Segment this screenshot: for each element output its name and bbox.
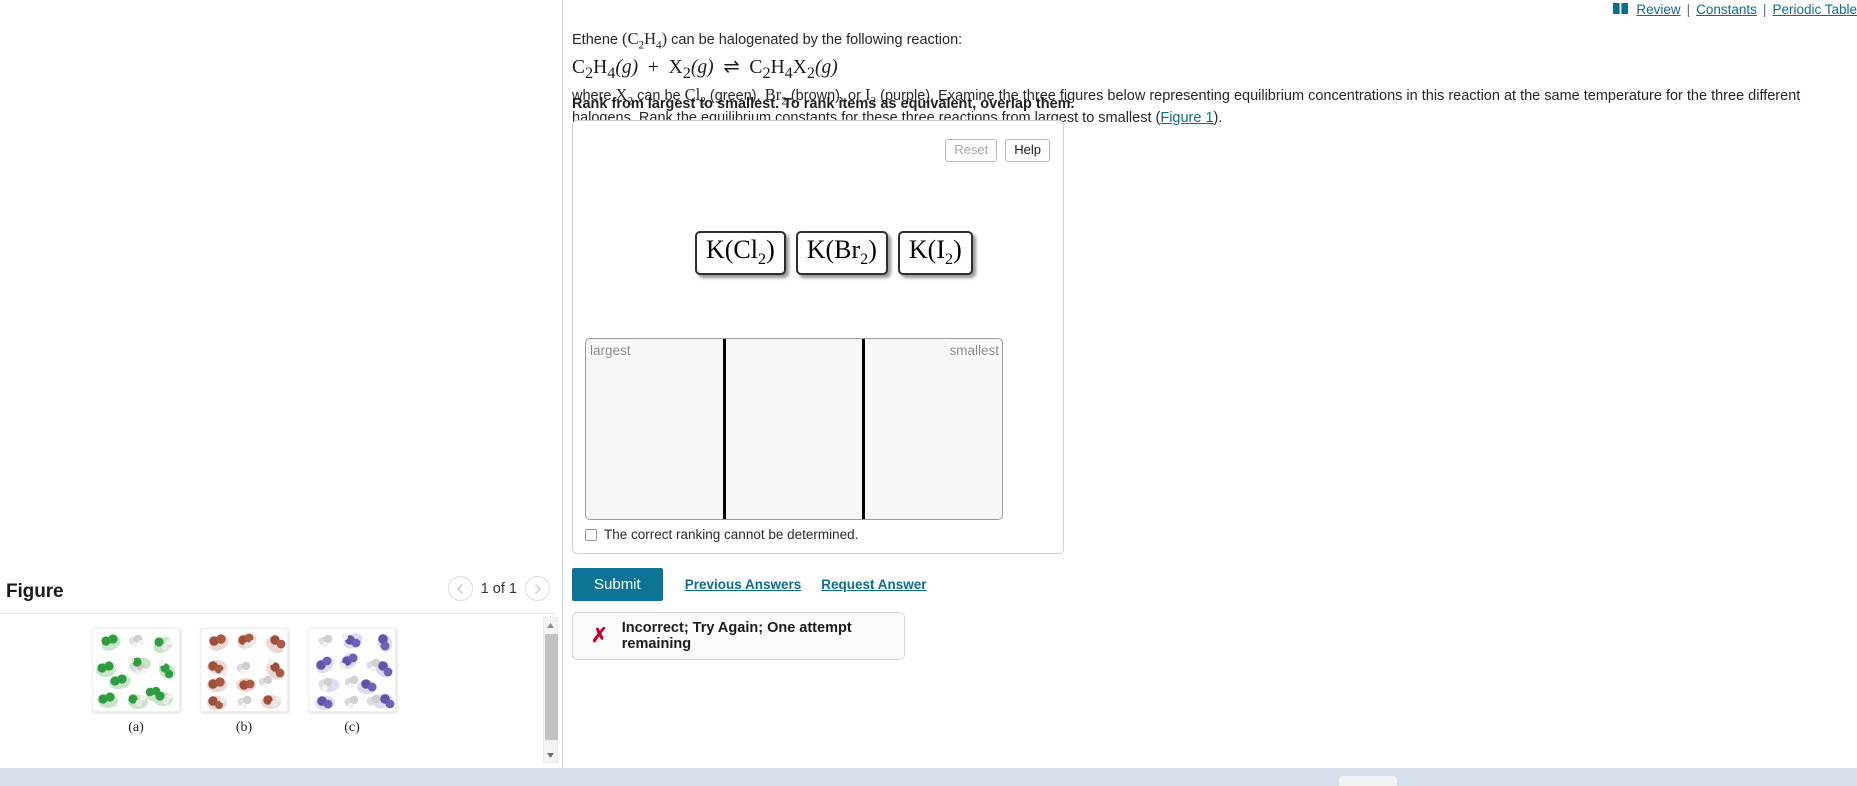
molecule-diagram-a [96, 634, 176, 709]
tile-k-br2[interactable]: K(Br2) [795, 231, 888, 276]
book-icon [1613, 2, 1629, 17]
chevron-right-icon [535, 583, 541, 594]
draggable-tiles: K(Cl2) K(Br2) K(I2) [695, 231, 973, 276]
ranking-drop-zone[interactable]: largest smallest [585, 338, 1003, 520]
figure-1-link[interactable]: Figure 1 [1160, 110, 1213, 126]
bottom-bar [0, 768, 1857, 786]
intro-text-a: Ethene [572, 32, 622, 48]
molecule-panel-c[interactable] [308, 628, 396, 712]
ranking-answer-card: Reset Help K(Cl2) K(Br2) K(I2) largest s… [572, 120, 1064, 554]
tile-k-cl2[interactable]: K(Cl2) [695, 231, 786, 276]
figure-pane-title: Figure [6, 581, 64, 602]
molecule-diagram-b [207, 633, 286, 710]
question-intro-line: Ethene (C2H4) can be halogenated by the … [572, 28, 1812, 53]
rank-hint-smallest: smallest [948, 343, 1001, 358]
help-button[interactable]: Help [1005, 139, 1050, 163]
review-link[interactable]: Review [1636, 2, 1680, 17]
question-pane: Review | Constants | Periodic Table Ethe… [563, 0, 1857, 768]
figure-scrollbar[interactable] [543, 617, 558, 763]
rank-slot-2[interactable] [722, 339, 863, 519]
cannot-determine-row[interactable]: The correct ranking cannot be determined… [585, 527, 858, 542]
figure-scroll-up-button[interactable] [544, 618, 557, 632]
answer-links: Previous Answers Request Answer [685, 577, 927, 592]
cannot-determine-label: The correct ranking cannot be determined… [604, 527, 859, 542]
cannot-determine-checkbox[interactable] [585, 528, 597, 541]
rank-hint-largest: largest [589, 343, 632, 358]
ethene-formula: (C2H4) [622, 29, 668, 52]
molecule-diagram-c [315, 633, 395, 710]
molecule-panel-c-label: (c) [344, 720, 360, 735]
figure-pane: Figure 1 of 1 (a) (b) (c) [0, 0, 562, 768]
figure-navigation: 1 of 1 [447, 576, 550, 601]
figure-next-button[interactable] [525, 576, 550, 601]
bottom-tab-stub[interactable] [1339, 776, 1397, 786]
rank-slot-1[interactable]: largest [586, 339, 723, 519]
constants-link[interactable]: Constants [1696, 2, 1757, 17]
molecule-panel-b[interactable] [200, 628, 288, 712]
intro-text-b: can be halogenated by the following reac… [667, 32, 963, 48]
molecule-panel-b-wrap: (b) [196, 628, 292, 736]
molecule-panel-c-wrap: (c) [304, 628, 400, 736]
molecule-panel-a-wrap: (a) [88, 628, 184, 736]
body-text-6: ). [1213, 109, 1223, 126]
reset-button[interactable]: Reset [945, 139, 998, 163]
triangle-down-icon [547, 752, 554, 758]
request-answer-link[interactable]: Request Answer [821, 577, 926, 592]
submit-button[interactable]: Submit [572, 568, 663, 602]
reaction-equation: C2H4(g) + X2(g) ⇌ C2H4X2(g) [572, 56, 838, 82]
top-navigation: Review | Constants | Periodic Table [1613, 2, 1857, 17]
chevron-left-icon [456, 583, 463, 594]
molecule-panel-a-label: (a) [128, 720, 144, 735]
nav-separator-1: | [1686, 2, 1691, 17]
figure-scroll-thumb[interactable] [545, 634, 558, 740]
figure-prev-button[interactable] [447, 576, 473, 601]
feedback-text: Incorrect; Try Again; One attempt remain… [621, 620, 852, 652]
previous-answers-link[interactable]: Previous Answers [685, 577, 802, 592]
submit-row: Submit Previous Answers Request Answer [572, 568, 927, 602]
figure-body: (a) (b) (c) [0, 614, 562, 768]
figure-header: Figure 1 of 1 [0, 572, 562, 614]
periodic-table-link[interactable]: Periodic Table [1772, 2, 1857, 17]
molecule-panel-a[interactable] [92, 628, 180, 712]
nav-separator-2: | [1762, 2, 1767, 17]
page-root: Figure 1 of 1 (a) (b) (c) Review | Const… [0, 0, 1857, 786]
rank-slot-3[interactable]: smallest [862, 339, 1002, 519]
x-mark-icon: ✗ [591, 625, 608, 647]
figure-page-indicator: 1 of 1 [480, 580, 517, 597]
card-tool-buttons: Reset Help [945, 139, 1050, 163]
molecule-panel-row: (a) (b) (c) [88, 628, 400, 736]
triangle-up-icon [547, 622, 554, 628]
question-statement: Ethene (C2H4) can be halogenated by the … [572, 28, 1812, 127]
feedback-banner: ✗ Incorrect; Try Again; One attempt rema… [572, 612, 905, 660]
tile-k-i2[interactable]: K(I2) [897, 231, 973, 276]
figure-scroll-down-button[interactable] [544, 748, 557, 762]
ranking-instruction: Rank from largest to smallest. To rank i… [572, 96, 1075, 112]
molecule-panel-b-label: (b) [235, 720, 253, 735]
